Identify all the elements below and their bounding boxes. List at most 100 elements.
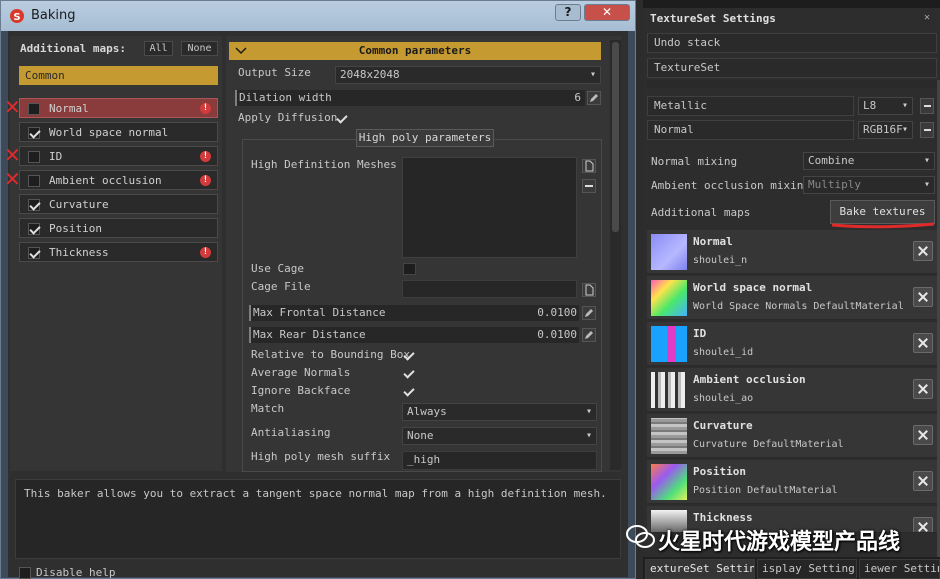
- map-card-source: shoulei_ao: [693, 393, 754, 404]
- additional-map-card[interactable]: Normal shoulei_n: [647, 230, 937, 274]
- common-item[interactable]: Common: [19, 66, 218, 85]
- map-checkbox[interactable]: [28, 223, 40, 235]
- remove-map-button[interactable]: [913, 333, 933, 353]
- map-checkbox[interactable]: [28, 175, 40, 187]
- common-parameters-header[interactable]: Common parameters: [229, 42, 601, 60]
- map-row[interactable]: Ambient occlusion!: [19, 170, 218, 190]
- disable-help-checkbox[interactable]: [19, 567, 31, 579]
- panel-close-icon[interactable]: ✕: [924, 12, 930, 23]
- id-map-thumbnail: [651, 326, 687, 362]
- red-x-annotation-icon: ✕: [4, 143, 21, 167]
- red-x-annotation-icon: ✕: [4, 95, 21, 119]
- remove-channel-button[interactable]: [920, 98, 934, 114]
- file-icon: [583, 284, 595, 299]
- map-row[interactable]: World space normal: [19, 122, 218, 142]
- tab-display-settings[interactable]: isplay Setting: [757, 559, 857, 579]
- close-button[interactable]: ✕: [584, 4, 630, 21]
- match-select[interactable]: Always: [402, 403, 597, 421]
- edit-dilation-button[interactable]: [587, 91, 601, 105]
- channel-name-field[interactable]: Metallic: [647, 96, 854, 116]
- edit-rear-button[interactable]: [582, 328, 596, 342]
- help-button[interactable]: ?: [555, 4, 581, 21]
- select-none-button[interactable]: None: [181, 41, 218, 56]
- help-text-box: This baker allows you to extract a tange…: [15, 479, 621, 559]
- remove-map-button[interactable]: [913, 471, 933, 491]
- map-checkbox[interactable]: [28, 151, 40, 163]
- channel-list-top: [647, 80, 937, 88]
- remove-map-button[interactable]: [913, 379, 933, 399]
- additional-map-card[interactable]: Position Position DefaultMaterial: [647, 460, 937, 504]
- output-size-select[interactable]: 2048x2048: [335, 66, 601, 84]
- map-checkbox[interactable]: [28, 127, 40, 139]
- high-poly-header[interactable]: High poly parameters: [356, 129, 494, 147]
- ignore-backface-checkbox[interactable]: [403, 386, 415, 398]
- pencil-icon: [583, 331, 595, 344]
- remove-map-button[interactable]: [913, 241, 933, 261]
- close-icon: ✕: [601, 5, 613, 19]
- map-card-name: World space normal: [693, 281, 813, 294]
- dilation-width-label: Dilation width: [239, 91, 332, 104]
- map-checkbox[interactable]: [28, 199, 40, 211]
- ao-mixing-select[interactable]: Multiply: [803, 176, 935, 194]
- remove-mesh-button[interactable]: [582, 179, 596, 193]
- relative-bbox-checkbox[interactable]: [403, 350, 415, 362]
- hd-meshes-label: High Definition Meshes: [251, 158, 397, 171]
- tab-viewer-settings[interactable]: iewer Setting: [859, 559, 940, 579]
- map-checkbox[interactable]: [28, 103, 40, 115]
- channel-format-select[interactable]: L8: [858, 97, 913, 115]
- map-card-name: ID: [693, 327, 707, 340]
- remove-map-button[interactable]: [913, 517, 933, 532]
- bottom-tab-bar: extureSet Setting isplay Setting iewer S…: [643, 557, 940, 579]
- map-row[interactable]: Thickness!: [19, 242, 218, 262]
- map-row[interactable]: Curvature: [19, 194, 218, 214]
- add-mesh-button[interactable]: [582, 159, 596, 173]
- disable-help-label: Disable help: [36, 566, 116, 579]
- use-cage-checkbox[interactable]: [403, 263, 416, 275]
- select-all-button[interactable]: All: [144, 41, 173, 56]
- map-row[interactable]: Position: [19, 218, 218, 238]
- undo-stack-button[interactable]: Undo stack: [647, 33, 937, 53]
- cage-file-field[interactable]: [402, 280, 577, 298]
- map-checkbox[interactable]: [28, 247, 40, 259]
- dilation-width-slider[interactable]: Dilation width 6: [235, 90, 585, 106]
- hd-meshes-list[interactable]: [402, 157, 577, 258]
- remove-channel-button[interactable]: [920, 122, 934, 138]
- additional-map-card[interactable]: ID shoulei_id: [647, 322, 937, 366]
- max-frontal-slider[interactable]: Max Frontal Distance 0.0100: [249, 305, 579, 321]
- max-rear-slider[interactable]: Max Rear Distance 0.0100: [249, 327, 579, 343]
- additional-map-card[interactable]: Curvature Curvature DefaultMaterial: [647, 414, 937, 458]
- apply-diffusion-label: Apply Diffusion: [238, 111, 338, 124]
- tab-textureset-settings[interactable]: extureSet Setting: [645, 559, 755, 579]
- dialog-titlebar[interactable]: S Baking ? ✕: [1, 1, 635, 31]
- parameters-scrollbar[interactable]: [610, 40, 621, 470]
- map-card-name: Ambient occlusion: [693, 373, 806, 386]
- map-card-source: Position DefaultMaterial: [693, 485, 838, 496]
- additional-maps-label-ts: Additional maps: [651, 206, 751, 219]
- remove-map-button[interactable]: [913, 287, 933, 307]
- average-normals-checkbox[interactable]: [403, 368, 415, 380]
- map-row[interactable]: Normal!: [19, 98, 218, 118]
- additional-map-card[interactable]: World space normal World Space Normals De…: [647, 276, 937, 320]
- cage-file-label: Cage File: [251, 280, 311, 293]
- additional-map-card[interactable]: Ambient occlusion shoulei_ao: [647, 368, 937, 412]
- ao-map-thumbnail: [651, 372, 687, 408]
- apply-diffusion-checkbox[interactable]: [336, 113, 348, 125]
- max-frontal-label: Max Frontal Distance: [253, 306, 386, 319]
- antialiasing-select[interactable]: None: [402, 427, 597, 445]
- pencil-icon: [583, 309, 595, 322]
- edit-frontal-button[interactable]: [582, 306, 596, 320]
- channel-name-field[interactable]: Normal: [647, 120, 854, 140]
- suffix-field[interactable]: _high: [402, 451, 597, 470]
- curvature-thumbnail: [651, 418, 687, 454]
- textureset-button[interactable]: TextureSet: [647, 58, 937, 78]
- remove-map-button[interactable]: [913, 425, 933, 445]
- map-row[interactable]: ID!: [19, 146, 218, 166]
- use-cage-label: Use Cage: [251, 262, 304, 275]
- scroll-thumb[interactable]: [612, 42, 619, 232]
- browse-cage-button[interactable]: [582, 283, 596, 297]
- normal-mixing-select[interactable]: Combine: [803, 152, 935, 170]
- warning-icon: !: [200, 151, 211, 162]
- channel-format-select[interactable]: RGB16F: [858, 121, 913, 139]
- map-label: Normal: [49, 102, 89, 115]
- normal-map-thumbnail: [651, 234, 687, 270]
